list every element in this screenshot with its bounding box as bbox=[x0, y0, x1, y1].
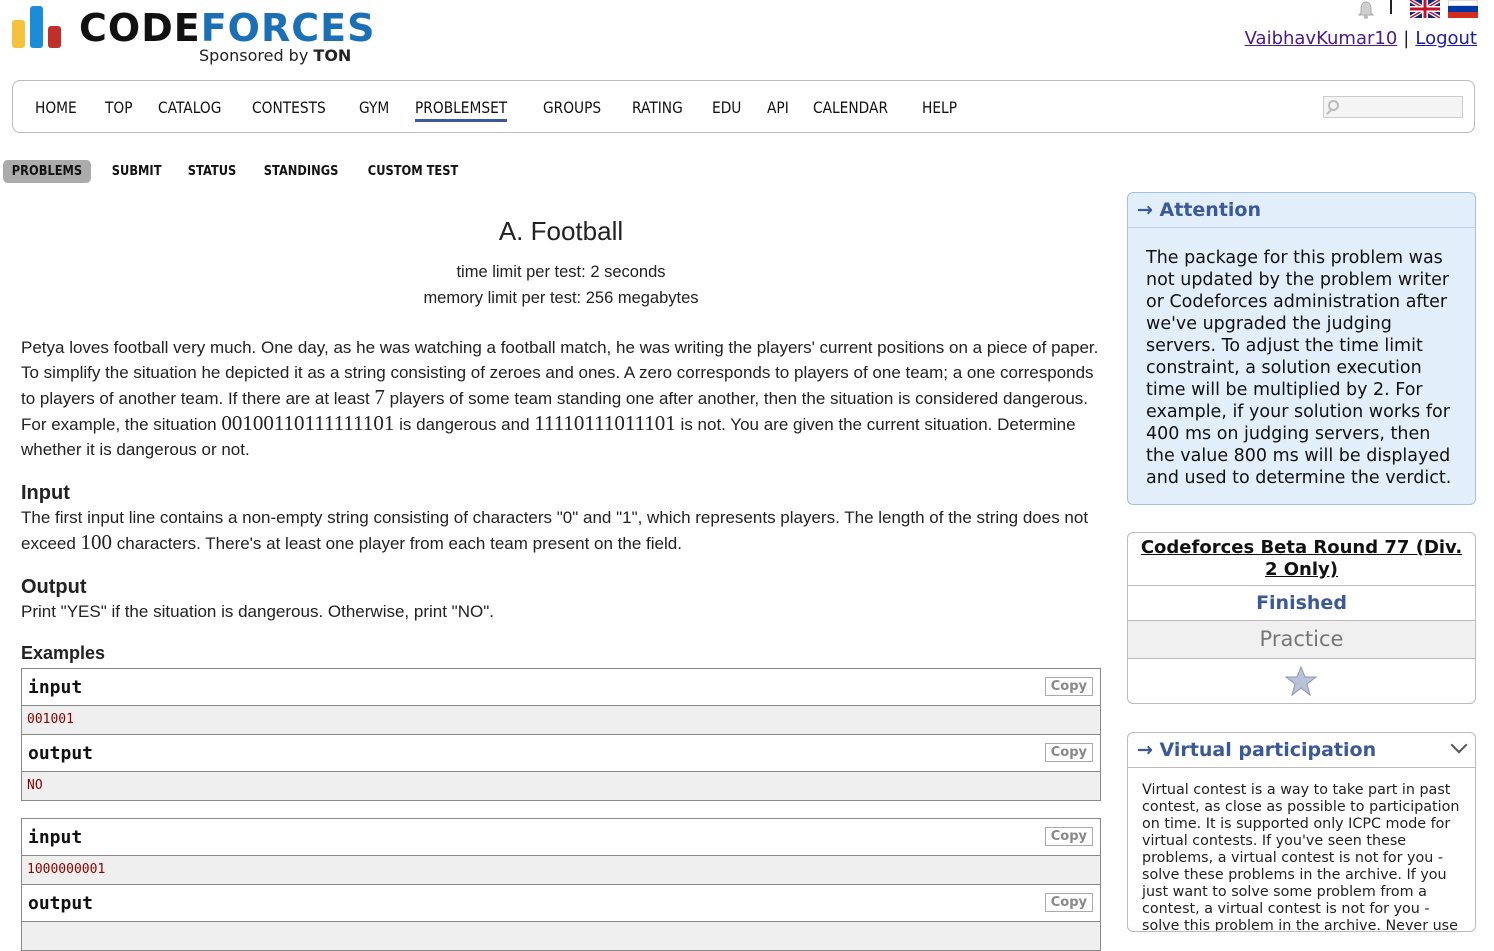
sample-output-header: output Copy bbox=[22, 885, 1100, 922]
memory-limit: memory limit per test: 256 megabytes bbox=[423, 289, 699, 307]
problem-statement: A. Football time limit per test: 2 secon… bbox=[21, 210, 1101, 951]
output-section-title: Output bbox=[21, 576, 87, 598]
input-specification: The first input line contains a non-empt… bbox=[21, 508, 1089, 554]
logout-link[interactable]: Logout bbox=[1415, 28, 1477, 49]
search-input[interactable] bbox=[1323, 96, 1463, 118]
menu-item-catalog[interactable]: CATALOG bbox=[158, 98, 221, 122]
contest-name: Codeforces Beta Round 77 (Div. 2 Only) bbox=[1128, 533, 1475, 586]
menu-item-groups[interactable]: GROUPS bbox=[543, 98, 601, 122]
time-limit: time limit per test: 2 seconds bbox=[456, 263, 666, 281]
sample-output-value bbox=[22, 922, 1100, 950]
virtual-text: Virtual contest is a way to take part in… bbox=[1142, 782, 1460, 932]
contest-info-box: Codeforces Beta Round 77 (Div. 2 Only) F… bbox=[1127, 532, 1476, 704]
star-icon[interactable] bbox=[1285, 665, 1317, 697]
sample-input-header: input Copy bbox=[22, 669, 1100, 706]
logo-bars-icon bbox=[12, 6, 68, 48]
tab-standings[interactable]: STANDINGS bbox=[255, 160, 347, 183]
header-icons bbox=[1354, 0, 1484, 22]
menu-item-gym[interactable]: GYM bbox=[359, 98, 389, 122]
chevron-down-icon[interactable] bbox=[1450, 736, 1468, 754]
favourite-row bbox=[1128, 659, 1475, 703]
sample-output-label: output bbox=[28, 743, 94, 764]
second-level-menu: PROBLEMS SUBMIT STATUS STANDINGS CUSTOM … bbox=[3, 160, 482, 183]
profile-link[interactable]: VaibhavKumar10 bbox=[1245, 28, 1398, 49]
menu-item-api[interactable]: API bbox=[767, 98, 789, 122]
tab-submit[interactable]: SUBMIT bbox=[103, 160, 170, 183]
input-section-title: Input bbox=[21, 482, 70, 504]
sample-input-value: 001001 bbox=[22, 706, 1100, 735]
logo-wordmark: CODEFORCES bbox=[79, 6, 376, 50]
search-icon bbox=[1328, 100, 1339, 111]
codeforces-logo[interactable]: CODEFORCES Sponsored by TON bbox=[12, 6, 374, 68]
icon-separator bbox=[1390, 0, 1392, 14]
contest-link[interactable]: Codeforces Beta Round 77 (Div. 2 Only) bbox=[1141, 537, 1462, 580]
tab-problems[interactable]: PROBLEMS bbox=[3, 160, 91, 183]
problem-legend: Petya loves football very much. One day,… bbox=[21, 338, 1099, 459]
sample-output-value: NO bbox=[22, 772, 1100, 800]
tab-status[interactable]: STATUS bbox=[179, 160, 245, 183]
sample-input-value: 1000000001 bbox=[22, 856, 1100, 885]
menu-item-calendar[interactable]: CALENDAR bbox=[813, 98, 888, 122]
menu-item-top[interactable]: TOP bbox=[105, 98, 133, 122]
attention-text: The package for this problem was not upd… bbox=[1146, 248, 1452, 488]
menu-item-contests[interactable]: CONTESTS bbox=[252, 98, 326, 122]
copy-button[interactable]: Copy bbox=[1044, 677, 1093, 696]
menu-item-home[interactable]: HOME bbox=[35, 98, 77, 122]
contest-mode: Practice bbox=[1128, 621, 1475, 659]
virtual-participation-box: → Virtual participation Virtual contest … bbox=[1127, 732, 1476, 932]
menu-item-edu[interactable]: EDU bbox=[712, 98, 741, 122]
menu-item-problemset[interactable]: PROBLEMSET bbox=[415, 98, 508, 122]
attention-box: → Attention The package for this problem… bbox=[1127, 192, 1476, 505]
virtual-caption: → Virtual participation bbox=[1128, 733, 1475, 768]
sample-input-label: input bbox=[28, 827, 83, 848]
sample-test: input Copy 1000000001 output Copy bbox=[21, 818, 1101, 951]
attention-caption: → Attention bbox=[1128, 193, 1475, 228]
copy-button[interactable]: Copy bbox=[1044, 743, 1093, 762]
copy-button[interactable]: Copy bbox=[1044, 893, 1093, 912]
tab-custom-test[interactable]: CUSTOM TEST bbox=[359, 160, 467, 183]
output-specification: Print "YES" if the situation is dangerou… bbox=[21, 602, 494, 621]
user-links: VaibhavKumar10 | Logout bbox=[1244, 28, 1477, 49]
logo-sponsor-line: Sponsored by TON bbox=[199, 46, 352, 65]
menu-item-help[interactable]: HELP bbox=[922, 98, 957, 122]
bell-icon[interactable] bbox=[1356, 0, 1376, 20]
uk-flag-icon[interactable] bbox=[1410, 0, 1440, 18]
copy-button[interactable]: Copy bbox=[1044, 827, 1093, 846]
sample-output-header: output Copy bbox=[22, 735, 1100, 772]
problem-limits: time limit per test: 2 seconds memory li… bbox=[21, 259, 1101, 311]
menu-item-rating[interactable]: RATING bbox=[632, 98, 683, 122]
sample-output-label: output bbox=[28, 893, 94, 914]
contest-status: Finished bbox=[1128, 586, 1475, 621]
problem-title: A. Football bbox=[498, 216, 624, 246]
sample-test: input Copy 001001 output Copy NO bbox=[21, 668, 1101, 801]
examples-title: Examples bbox=[21, 643, 106, 663]
ru-flag-icon[interactable] bbox=[1448, 0, 1478, 18]
main-menu: HOME TOP CATALOG CONTESTS GYM PROBLEMSET… bbox=[12, 80, 1475, 133]
sample-input-header: input Copy bbox=[22, 819, 1100, 856]
sample-input-label: input bbox=[28, 677, 83, 698]
